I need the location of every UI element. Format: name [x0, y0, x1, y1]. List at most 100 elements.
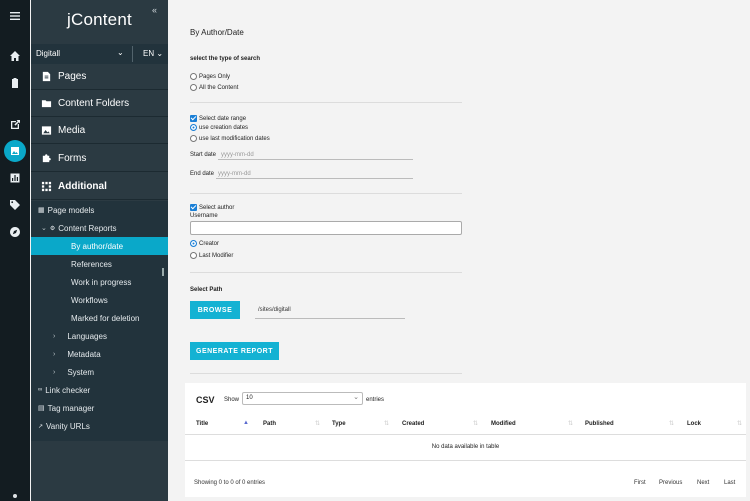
- file-icon: [41, 71, 52, 82]
- tree-item-system[interactable]: › System: [31, 363, 168, 381]
- sort-asc-icon[interactable]: ▲: [243, 420, 249, 426]
- sidebar: jContent « Digitall ⌄ EN ⌄ Pages Content…: [31, 0, 168, 501]
- table-info: Showing 0 to 0 of 0 entries: [194, 480, 266, 486]
- radio-button[interactable]: [190, 240, 197, 247]
- sort-icon[interactable]: ⇅: [568, 420, 573, 427]
- image-icon[interactable]: [4, 140, 26, 162]
- radio-button[interactable]: [190, 252, 197, 259]
- sort-icon[interactable]: ⇅: [315, 420, 320, 427]
- export-icon[interactable]: [0, 113, 30, 137]
- tree-item-content-reports[interactable]: ⌄ ⚙ Content Reports: [31, 219, 168, 237]
- checkbox-select-author[interactable]: Select author: [190, 204, 234, 211]
- column-header-title[interactable]: Title: [196, 421, 208, 427]
- sidebar-item-label: Pages: [58, 71, 87, 82]
- username-input[interactable]: [190, 221, 462, 235]
- clipboard-icon[interactable]: [0, 71, 30, 95]
- tree-item-vanity-urls[interactable]: ↗ Vanity URLs: [31, 417, 168, 435]
- gear-icon: ⚙: [49, 225, 56, 232]
- sidebar-item-content-folders[interactable]: Content Folders: [31, 91, 168, 117]
- page-title: By Author/Date: [190, 28, 244, 37]
- collapse-sidebar-icon[interactable]: «: [152, 5, 157, 15]
- radio-creation-dates[interactable]: use creation dates: [190, 124, 248, 131]
- language-selector[interactable]: EN ⌄: [143, 49, 163, 58]
- tree-item-marked-for-deletion[interactable]: Marked for deletion: [31, 309, 168, 327]
- tree-item-tag-manager[interactable]: ▤ Tag manager: [31, 399, 168, 417]
- browse-button[interactable]: BROWSE: [190, 301, 240, 319]
- chevron-down-icon[interactable]: ⌄: [117, 48, 124, 57]
- sidebar-item-media[interactable]: Media: [31, 118, 168, 144]
- sort-icon[interactable]: ⇅: [384, 420, 389, 427]
- tree-item-link-checker[interactable]: ∞ Link checker: [31, 381, 168, 399]
- column-header-lock[interactable]: Lock: [687, 421, 701, 427]
- sort-icon[interactable]: ⇅: [669, 420, 674, 427]
- tag-icon: ▤: [38, 405, 45, 412]
- tree-item-work-in-progress[interactable]: Work in progress: [31, 273, 168, 291]
- path-underline: [255, 318, 405, 319]
- start-date-input[interactable]: yyyy-mm-dd: [221, 152, 254, 158]
- radio-button[interactable]: [190, 135, 197, 142]
- radio-creator[interactable]: Creator: [190, 240, 219, 247]
- image-icon: [41, 125, 52, 136]
- tree-item-references[interactable]: References: [31, 255, 168, 273]
- tree-item-languages[interactable]: › Languages: [31, 327, 168, 345]
- app-logo: jContent: [67, 10, 132, 29]
- chevron-right-icon[interactable]: ›: [53, 369, 55, 376]
- radio-last-modifier[interactable]: Last Modifier: [190, 252, 233, 259]
- sidebar-item-forms[interactable]: Forms: [31, 146, 168, 172]
- column-header-type[interactable]: Type: [332, 421, 346, 427]
- checkbox[interactable]: [190, 204, 197, 211]
- home-icon[interactable]: [0, 44, 30, 68]
- divider: [185, 460, 746, 461]
- select-path-label: Select Path: [190, 287, 223, 293]
- folder-icon: [41, 98, 52, 109]
- pager-previous[interactable]: Previous: [659, 480, 682, 486]
- tree-item-workflows[interactable]: Workflows: [31, 291, 168, 309]
- entries-label: entries: [366, 397, 385, 403]
- end-date-input[interactable]: yyyy-mm-dd: [218, 171, 251, 177]
- chevron-right-icon[interactable]: ›: [53, 351, 55, 358]
- column-header-modified[interactable]: Modified: [491, 421, 516, 427]
- checkbox-date-range[interactable]: Select date range: [190, 115, 246, 122]
- sidebar-item-label: Content Folders: [58, 98, 130, 109]
- sidebar-item-pages[interactable]: Pages: [31, 64, 168, 90]
- chevron-down-icon[interactable]: ⌄: [41, 224, 47, 232]
- sidebar-item-additional[interactable]: Additional: [31, 174, 168, 200]
- tree-item-by-author-date[interactable]: By author/date: [31, 237, 168, 255]
- tree-item-metadata[interactable]: › Metadata: [31, 345, 168, 363]
- pager-first[interactable]: First: [634, 480, 646, 486]
- compass-icon[interactable]: [0, 220, 30, 244]
- column-header-published[interactable]: Published: [585, 421, 614, 427]
- chart-icon[interactable]: [0, 166, 30, 190]
- pager-next[interactable]: Next: [697, 480, 709, 486]
- tag-icon[interactable]: [0, 193, 30, 217]
- checkbox[interactable]: [190, 115, 197, 122]
- divider: [190, 193, 462, 194]
- site-selector[interactable]: Digitall: [36, 49, 60, 58]
- generate-report-button[interactable]: GENERATE REPORT: [190, 342, 279, 360]
- resize-handle[interactable]: [162, 268, 164, 276]
- grid-icon: [41, 181, 52, 192]
- radio-modification-dates[interactable]: use last modification dates: [190, 135, 270, 142]
- sort-icon[interactable]: ⇅: [737, 420, 742, 427]
- radio-all-content[interactable]: All the Content: [190, 84, 238, 91]
- radio-button[interactable]: [190, 73, 197, 80]
- show-label: Show: [224, 397, 240, 403]
- radio-pages-only[interactable]: Pages Only: [190, 73, 230, 80]
- radio-button[interactable]: [190, 124, 197, 131]
- menu-icon[interactable]: [0, 4, 30, 28]
- column-header-created[interactable]: Created: [402, 421, 424, 427]
- start-date-underline: [218, 159, 413, 160]
- link-icon: ∞: [38, 387, 43, 393]
- chevron-right-icon[interactable]: ›: [53, 333, 55, 340]
- pager-last[interactable]: Last: [724, 480, 735, 486]
- tree-item-page-models[interactable]: ▦ Page models: [31, 201, 168, 219]
- path-value: /sites/digitall: [258, 307, 291, 313]
- sort-icon[interactable]: ⇅: [473, 420, 478, 427]
- column-header-path[interactable]: Path: [263, 421, 276, 427]
- status-dot: [13, 494, 17, 498]
- chevron-down-icon[interactable]: ⌄: [353, 393, 359, 401]
- sidebar-item-label: Forms: [58, 153, 87, 164]
- radio-button[interactable]: [190, 84, 197, 91]
- page-size-select[interactable]: 10 ⌄: [242, 392, 363, 405]
- csv-export-button[interactable]: CSV: [196, 395, 215, 405]
